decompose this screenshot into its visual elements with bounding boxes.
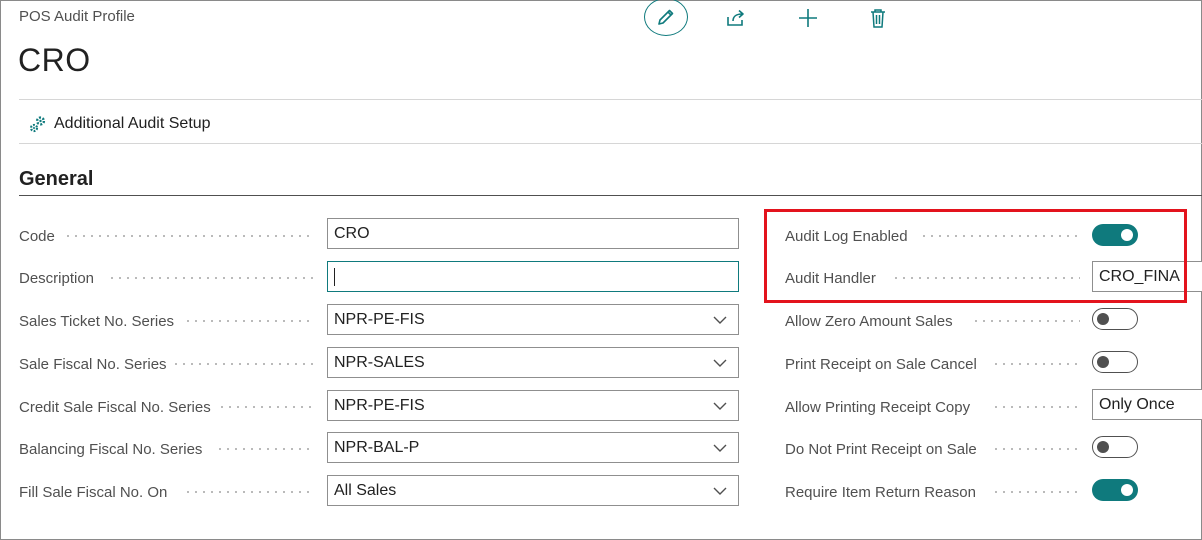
share-button[interactable] xyxy=(714,0,758,36)
new-button[interactable] xyxy=(786,0,830,36)
leader-dots xyxy=(992,363,1080,365)
leader-dots xyxy=(218,406,314,408)
allow-printing-receipt-copy-select[interactable]: Only Once xyxy=(1092,389,1202,420)
section-divider xyxy=(19,195,1202,196)
chevron-down-icon xyxy=(713,316,727,324)
divider xyxy=(19,143,1202,144)
additional-audit-setup-action[interactable]: Additional Audit Setup xyxy=(28,112,211,136)
balancing-fiscal-no-series-select[interactable]: NPR-BAL-P xyxy=(327,432,739,463)
sale-fiscal-no-series-value: NPR-SALES xyxy=(334,353,425,371)
chevron-down-icon xyxy=(713,487,727,495)
page-title: CRO xyxy=(18,42,91,78)
balancing-fiscal-no-series-label: Balancing Fiscal No. Series xyxy=(19,440,203,458)
balancing-fiscal-no-series-value: NPR-BAL-P xyxy=(334,438,420,456)
do-not-print-receipt-on-sale-toggle[interactable] xyxy=(1092,436,1138,458)
additional-audit-setup-label: Additional Audit Setup xyxy=(54,115,211,132)
allow-printing-receipt-copy-label: Allow Printing Receipt Copy xyxy=(785,398,971,416)
plus-icon xyxy=(799,9,817,27)
divider xyxy=(19,99,1202,100)
require-item-return-reason-toggle[interactable] xyxy=(1092,479,1138,501)
sales-ticket-no-series-select[interactable]: NPR-PE-FIS xyxy=(327,304,739,335)
print-receipt-on-sale-cancel-label: Print Receipt on Sale Cancel xyxy=(785,355,977,373)
fill-sale-fiscal-no-on-label: Fill Sale Fiscal No. On xyxy=(19,483,168,501)
leader-dots xyxy=(992,491,1080,493)
page-caption: POS Audit Profile xyxy=(19,8,135,25)
leader-dots xyxy=(184,320,314,322)
do-not-print-receipt-on-sale-label: Do Not Print Receipt on Sale xyxy=(785,440,977,458)
sales-ticket-no-series-label: Sales Ticket No. Series xyxy=(19,312,175,330)
allow-zero-amount-sales-toggle[interactable] xyxy=(1092,308,1138,330)
toggle-knob xyxy=(1097,313,1109,325)
require-item-return-reason-label: Require Item Return Reason xyxy=(785,483,976,501)
toggle-knob xyxy=(1097,441,1109,453)
code-label: Code xyxy=(19,227,55,245)
allow-zero-amount-sales-label: Allow Zero Amount Sales xyxy=(785,312,953,330)
code-value: CRO xyxy=(334,224,370,242)
sales-ticket-no-series-value: NPR-PE-FIS xyxy=(334,310,425,328)
pencil-icon xyxy=(658,9,674,25)
leader-dots xyxy=(216,448,314,450)
code-field[interactable]: CRO xyxy=(327,218,739,249)
text-caret xyxy=(334,267,335,286)
delete-button[interactable] xyxy=(856,0,900,36)
description-field[interactable] xyxy=(327,261,739,292)
leader-dots xyxy=(992,406,1080,408)
leader-dots xyxy=(992,448,1080,450)
leader-dots xyxy=(108,277,314,279)
credit-sale-fiscal-no-series-label: Credit Sale Fiscal No. Series xyxy=(19,398,211,416)
credit-sale-fiscal-no-series-select[interactable]: NPR-PE-FIS xyxy=(327,390,739,421)
print-receipt-on-sale-cancel-toggle[interactable] xyxy=(1092,351,1138,373)
toggle-knob xyxy=(1097,356,1109,368)
share-icon xyxy=(727,9,744,26)
fill-sale-fiscal-no-on-select[interactable]: All Sales xyxy=(327,475,739,506)
highlight-annotation xyxy=(764,209,1187,303)
leader-dots xyxy=(64,235,314,237)
credit-sale-fiscal-no-series-value: NPR-PE-FIS xyxy=(334,396,425,414)
description-label: Description xyxy=(19,269,95,287)
chevron-down-icon xyxy=(713,402,727,410)
leader-dots xyxy=(172,363,314,365)
chevron-down-icon xyxy=(713,359,727,367)
general-section-title: General xyxy=(19,168,94,190)
sale-fiscal-no-series-select[interactable]: NPR-SALES xyxy=(327,347,739,378)
chevron-down-icon xyxy=(713,444,727,452)
toggle-knob xyxy=(1121,484,1133,496)
fill-sale-fiscal-no-on-value: All Sales xyxy=(334,481,397,499)
leader-dots xyxy=(972,320,1080,322)
leader-dots xyxy=(184,491,314,493)
allow-printing-receipt-copy-value: Only Once xyxy=(1099,395,1175,413)
sale-fiscal-no-series-label: Sale Fiscal No. Series xyxy=(19,355,167,373)
trash-icon xyxy=(871,9,885,28)
gears-icon xyxy=(29,116,46,133)
